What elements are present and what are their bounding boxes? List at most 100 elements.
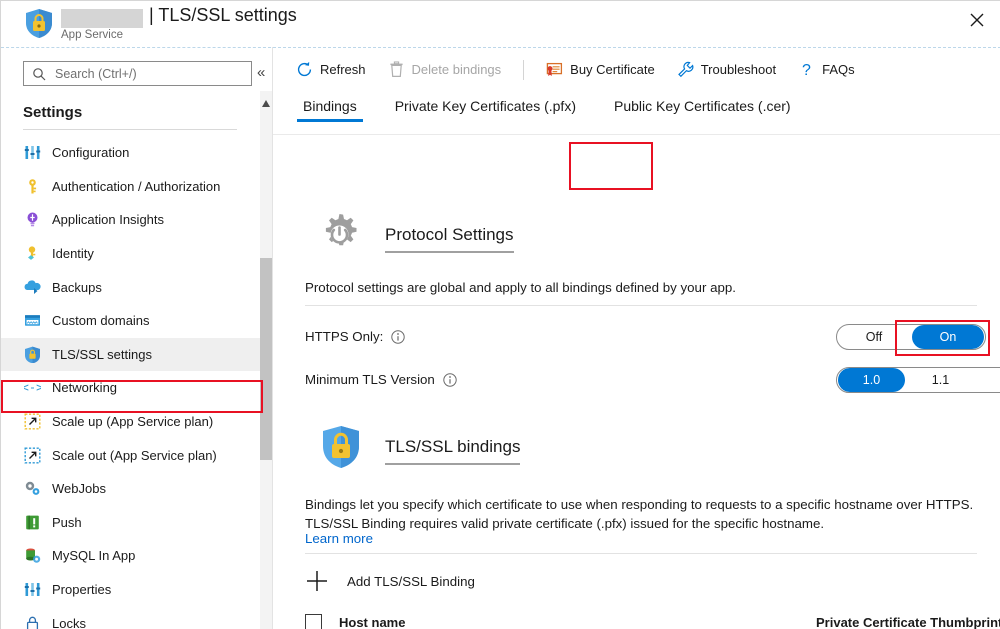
sidebar-item-label: Properties	[52, 582, 111, 597]
svg-text:?: ?	[802, 62, 811, 78]
sidebar-item-application-insights[interactable]: Application Insights	[1, 203, 263, 237]
sidebar-item-properties[interactable]: Properties	[1, 573, 263, 607]
minimum-tls-version-label: Minimum TLS Version	[305, 372, 435, 387]
refresh-button[interactable]: Refresh	[296, 49, 366, 90]
wrench-icon	[677, 61, 694, 78]
sidebar-item-webjobs[interactable]: WebJobs	[1, 472, 263, 506]
info-icon[interactable]	[391, 330, 405, 344]
highlight-box-tab-bindings	[569, 142, 653, 190]
sidebar-nav-list: Configuration Authentication / Authorizat…	[1, 136, 263, 629]
sidebar-item-tls-ssl-settings[interactable]: TLS/SSL settings	[1, 338, 263, 372]
column-header-thumbprint: Private Certificate Thumbprint	[816, 615, 1000, 629]
https-only-label: HTTPS Only:	[305, 329, 383, 344]
search-input[interactable]	[53, 66, 233, 82]
troubleshoot-button[interactable]: Troubleshoot	[677, 49, 776, 90]
sidebar-divider	[23, 129, 237, 130]
tab-private-key-certificates-pfx[interactable]: Private Key Certificates (.pfx)	[389, 98, 582, 122]
resource-name-redacted	[61, 9, 143, 28]
sidebar-item-label: Authentication / Authorization	[52, 179, 220, 194]
sidebar-item-label: Locks	[52, 616, 86, 629]
question-icon: ?	[798, 61, 815, 78]
minimum-tls-version-selector[interactable]: 1.01.11.2	[836, 367, 1000, 393]
https-only-toggle[interactable]: OffOn	[836, 324, 986, 350]
learn-more-link[interactable]: Learn more	[305, 531, 373, 546]
sidebar-item-label: Application Insights	[52, 212, 164, 227]
select-all-checkbox[interactable]	[305, 614, 322, 629]
sidebar-item-custom-domains[interactable]: Custom domains	[1, 304, 263, 338]
tls-ssl-bindings-description: Bindings let you specify which certifica…	[305, 495, 985, 533]
buy-certificate-button[interactable]: Buy Certificate	[546, 49, 655, 90]
networking-icon: <->	[24, 379, 41, 396]
tls-ssl-bindings-heading: TLS/SSL bindings	[385, 437, 520, 465]
toolbar-label: Refresh	[320, 62, 366, 77]
tab-bindings[interactable]: Bindings	[297, 98, 363, 122]
delete-bindings-button: Delete bindings	[388, 49, 502, 90]
gear-icon	[316, 211, 363, 258]
sidebar-item-locks[interactable]: Locks	[1, 606, 263, 629]
toolbar-separator	[523, 60, 524, 80]
sliders-icon	[24, 581, 41, 598]
tlsToggle-option-1-2[interactable]: 1.2	[976, 368, 1000, 392]
webjobs-icon	[24, 480, 41, 497]
mysql-icon	[24, 547, 41, 564]
info-icon[interactable]	[443, 373, 457, 387]
resource-type-subtitle: App Service	[61, 29, 123, 41]
plus-icon	[305, 569, 329, 593]
page-title: | TLS/SSL settings	[149, 5, 297, 26]
settings-sidebar: « Settings Configuration Authentication /…	[1, 47, 271, 629]
sidebar-item-identity[interactable]: Identity	[1, 237, 263, 271]
httpsToggle-option-on[interactable]: On	[912, 325, 984, 349]
tlsToggle-option-1-0[interactable]: 1.0	[838, 368, 905, 392]
sidebar-item-label: Scale out (App Service plan)	[52, 448, 217, 463]
add-tls-ssl-binding-button[interactable]: Add TLS/SSL Binding	[305, 569, 475, 593]
bindings-table-header: Host name Private Certificate Thumbprint…	[305, 608, 977, 629]
lock-icon	[24, 615, 41, 629]
sidebar-section-title: Settings	[23, 104, 82, 121]
scale-out-icon	[24, 447, 41, 464]
key-icon	[24, 178, 41, 195]
faqs-button[interactable]: ? FAQs	[798, 49, 855, 90]
sidebar-item-push[interactable]: Push	[1, 506, 263, 540]
sidebar-item-label: MySQL In App	[52, 548, 135, 563]
tab-public-key-certificates-cer[interactable]: Public Key Certificates (.cer)	[608, 98, 797, 122]
push-icon	[24, 514, 41, 531]
section-divider	[305, 305, 977, 306]
tlsToggle-option-1-1[interactable]: 1.1	[907, 368, 974, 392]
sidebar-scrollbar-thumb[interactable]	[260, 258, 272, 460]
sidebar-item-mysql-in-app[interactable]: MySQL In App	[1, 539, 263, 573]
scale-up-icon	[24, 413, 41, 430]
httpsToggle-option-off[interactable]: Off	[838, 325, 910, 349]
sidebar-item-configuration[interactable]: Configuration	[1, 136, 263, 170]
collapse-sidebar-button[interactable]: «	[257, 65, 265, 80]
backup-icon	[24, 279, 41, 296]
sidebar-item-authentication-authorization[interactable]: Authentication / Authorization	[1, 170, 263, 204]
svg-text:<->: <->	[24, 381, 41, 395]
shield-lock-icon	[321, 425, 361, 469]
sidebar-item-backups[interactable]: Backups	[1, 270, 263, 304]
toolbar-label: Delete bindings	[412, 62, 502, 77]
protocol-settings-description: Protocol settings are global and apply t…	[305, 278, 925, 297]
https-only-label-row: HTTPS Only:	[305, 329, 405, 344]
scroll-up-arrow-icon[interactable]	[262, 94, 270, 101]
toolbar-label: Buy Certificate	[570, 62, 655, 77]
sidebar-item-networking[interactable]: <->Networking	[1, 371, 263, 405]
section-divider	[305, 553, 977, 554]
sidebar-item-label: Identity	[52, 246, 94, 261]
certificate-icon	[546, 61, 563, 78]
blade-content: Refresh Delete bindings Buy Certificate Tro…	[273, 47, 1000, 629]
trash-icon	[388, 61, 405, 78]
sidebar-item-scale-up-app-service-plan[interactable]: Scale up (App Service plan)	[1, 405, 263, 439]
close-icon[interactable]	[966, 9, 988, 31]
sidebar-item-label: Push	[52, 515, 82, 530]
sidebar-item-scale-out-app-service-plan[interactable]: Scale out (App Service plan)	[1, 438, 263, 472]
sidebar-item-label: Scale up (App Service plan)	[52, 414, 213, 429]
sidebar-item-label: TLS/SSL settings	[52, 347, 152, 362]
search-icon	[32, 67, 46, 81]
search-box[interactable]	[23, 61, 252, 86]
add-binding-label: Add TLS/SSL Binding	[347, 574, 475, 589]
sidebar-item-label: Configuration	[52, 145, 129, 160]
sidebar-item-label: WebJobs	[52, 481, 106, 496]
toolbar-label: FAQs	[822, 62, 855, 77]
shield-lock-icon	[24, 346, 41, 363]
identity-key-icon	[24, 245, 41, 262]
